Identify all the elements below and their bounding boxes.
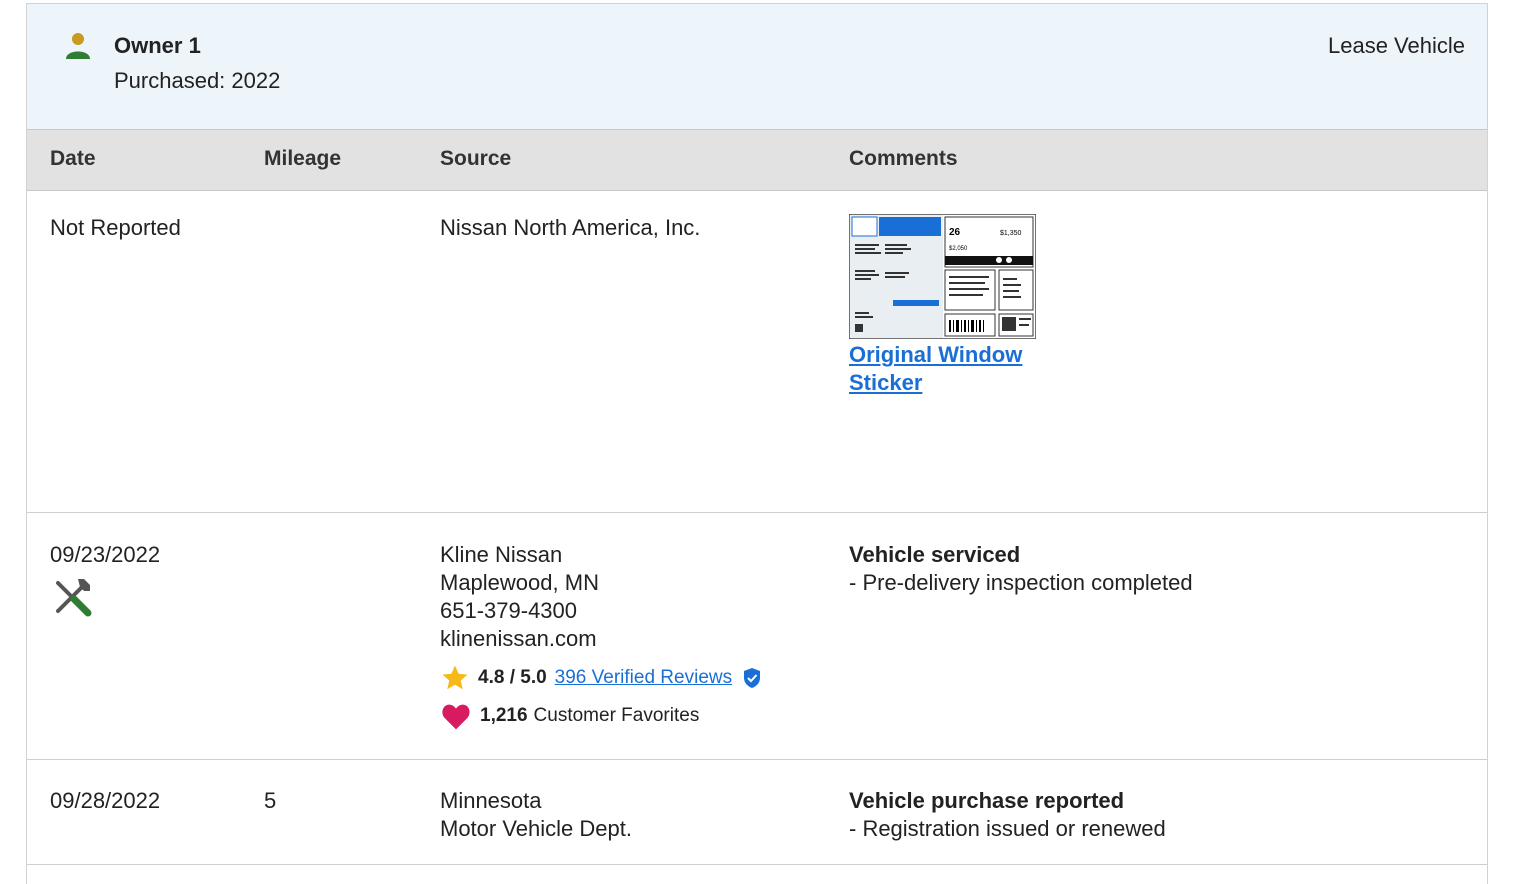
customer-favorites: 1,216 Customer Favorites — [440, 701, 770, 731]
verified-reviews-link[interactable]: 396 Verified Reviews — [555, 665, 732, 691]
table-row: Not Reported Nissan North America, Inc. — [27, 190, 1487, 513]
source-line: Maplewood, MN — [440, 570, 599, 595]
svg-text:$2,050: $2,050 — [949, 246, 968, 252]
table-row: 09/23/2022 Kline Nissan Maplewood, MN 65… — [27, 513, 1487, 760]
heart-icon — [442, 704, 470, 730]
row-mileage: 5 — [264, 788, 277, 813]
row-comments: Vehicle serviced - Pre-delivery inspecti… — [849, 541, 1193, 597]
person-icon — [66, 33, 90, 59]
dealer-rating: 4.8 / 5.0 396 Verified Reviews — [440, 663, 770, 693]
row-date: 09/28/2022 — [50, 788, 161, 813]
source-line: Kline Nissan — [440, 542, 563, 567]
column-header-date: Date — [50, 147, 96, 170]
column-header-mileage: Mileage — [264, 147, 342, 170]
source-line: Minnesota — [440, 788, 542, 813]
source-line: 651-379-4300 — [440, 598, 578, 623]
favorites-label: Customer Favorites — [533, 705, 700, 726]
ownership-history-card: Owner 1 Purchased: 2022 Lease Vehicle Da… — [26, 3, 1488, 884]
row-date: 09/23/2022 — [50, 542, 161, 567]
column-header-source: Source — [440, 147, 512, 170]
row-date: Not Reported — [50, 215, 181, 240]
svg-text:$1,350: $1,350 — [1000, 230, 1022, 237]
row-source: Kline Nissan Maplewood, MN 651-379-4300 … — [440, 541, 770, 731]
source-line: Nissan North America, Inc. — [440, 215, 701, 240]
row-date-cell: 09/23/2022 — [50, 541, 160, 619]
svg-text:26: 26 — [949, 227, 961, 238]
row-source: Minnesota Motor Vehicle Dept. — [440, 787, 632, 843]
owner-purchased-year: Purchased: 2022 — [114, 68, 281, 93]
row-source: Nissan North America, Inc. — [440, 214, 700, 242]
service-wrench-screwdriver-icon — [56, 579, 92, 617]
comment-title: Vehicle purchase reported — [849, 788, 1125, 813]
column-header-comments: Comments — [849, 147, 958, 170]
table-header: Date Mileage Source Comments — [27, 129, 1487, 191]
owner-header: Owner 1 Purchased: 2022 Lease Vehicle — [27, 4, 1487, 129]
comment-title: Vehicle serviced — [849, 542, 1021, 567]
favorites-count: 1,216 — [480, 705, 528, 726]
star-icon — [442, 665, 468, 690]
owner-title: Owner 1 — [114, 33, 201, 58]
rating-score: 4.8 / 5.0 — [478, 667, 547, 688]
original-window-sticker-link[interactable]: Original Window Sticker — [849, 341, 1049, 397]
verified-shield-icon — [744, 668, 761, 688]
source-line: klinenissan.com — [440, 626, 597, 651]
source-line: Motor Vehicle Dept. — [440, 816, 632, 841]
lease-vehicle-label: Lease Vehicle — [1328, 33, 1465, 58]
table-row: 09/28/2022 5 Minnesota Motor Vehicle Dep… — [27, 760, 1487, 865]
row-comments: 26 $1,350 $2,050 Original Window Sticker — [849, 200, 1049, 397]
comment-detail: - Pre-delivery inspection completed — [849, 570, 1193, 595]
comment-detail: - Registration issued or renewed — [849, 816, 1166, 841]
row-comments: Vehicle purchase reported - Registration… — [849, 787, 1166, 843]
window-sticker-thumbnail[interactable]: 26 $1,350 $2,050 — [849, 214, 1036, 339]
